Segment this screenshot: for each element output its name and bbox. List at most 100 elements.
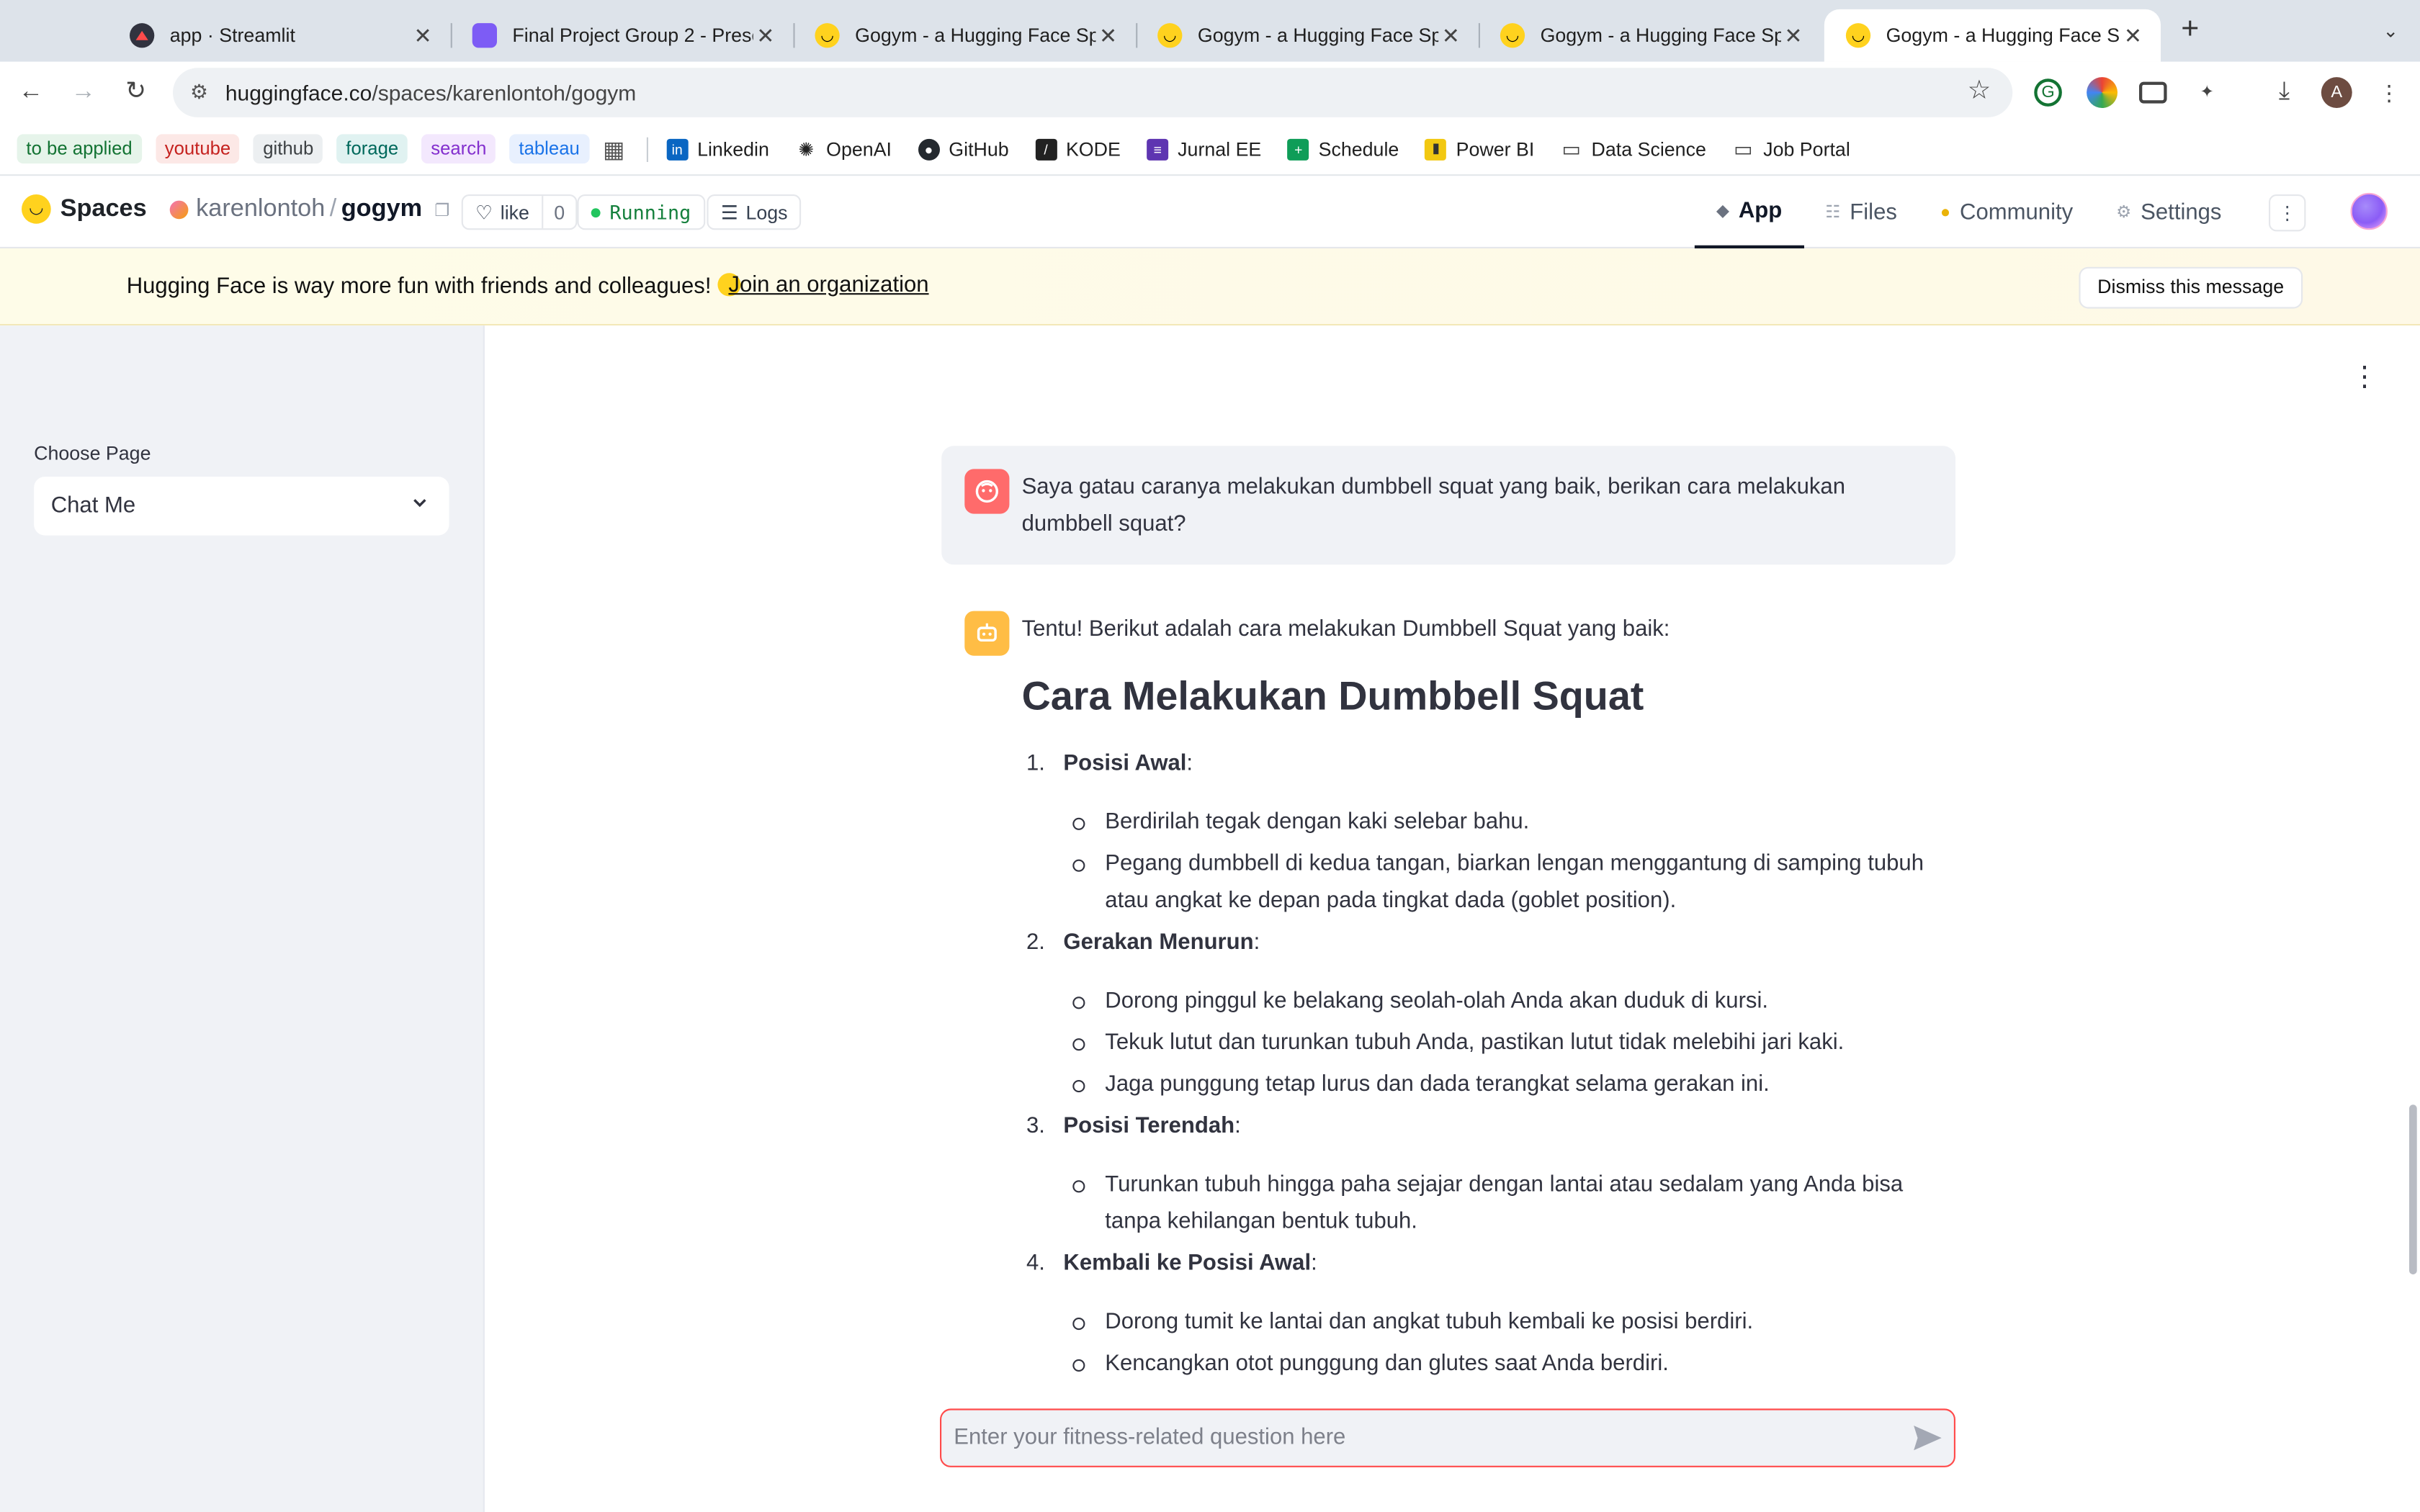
bookmark-linkedin[interactable]: in Linkedin bbox=[666, 138, 769, 160]
page-select-label: Choose Page bbox=[34, 443, 151, 464]
bookmark-chip[interactable]: forage bbox=[336, 134, 408, 164]
url-text: huggingface.co/spaces/karenlontoh/gogym bbox=[225, 80, 637, 105]
hugging-face-icon: ◡ bbox=[1157, 23, 1183, 48]
bookmark-chip[interactable]: youtube bbox=[155, 134, 241, 164]
back-icon[interactable]: ← bbox=[12, 74, 49, 111]
hugging-face-icon: ◡ bbox=[1845, 23, 1871, 48]
profile-avatar[interactable]: A bbox=[2321, 77, 2352, 108]
browser-tab[interactable]: ◡ Gogym - a Hugging Face Space ✕ bbox=[1479, 9, 1821, 62]
dismiss-button[interactable]: Dismiss this message bbox=[2079, 266, 2303, 309]
sub-item: Tekuk lutut dan turunkan tubuh Anda, pas… bbox=[1063, 1025, 1955, 1061]
bookmark-jurnal[interactable]: ≡ Jurnal EE bbox=[1147, 138, 1261, 160]
close-tab-icon[interactable]: ✕ bbox=[753, 22, 778, 48]
reload-icon[interactable]: ↻ bbox=[117, 74, 154, 111]
browser-tab[interactable]: ◡ Gogym - a Hugging Face Space ✕ bbox=[1136, 9, 1481, 62]
logs-button[interactable]: ☰ Logs bbox=[707, 194, 802, 230]
bookmark-chip[interactable]: github bbox=[254, 134, 323, 164]
browser-menu-icon[interactable]: ⋮ bbox=[2374, 77, 2405, 108]
bookmark-chip[interactable]: search bbox=[421, 134, 496, 164]
owner-link[interactable]: karenlontoh bbox=[196, 196, 325, 224]
scrollbar-thumb[interactable] bbox=[2409, 1104, 2417, 1274]
picture-in-picture-icon[interactable] bbox=[2139, 81, 2167, 104]
send-icon[interactable] bbox=[1911, 1423, 1945, 1454]
extensions-icon[interactable]: ✦ bbox=[2192, 77, 2223, 108]
bookmark-chip[interactable]: tableau bbox=[509, 134, 589, 164]
folder-icon: ▭ bbox=[1734, 136, 1753, 160]
sub-item: Kencangkan otot punggung dan glutes saat… bbox=[1063, 1346, 1955, 1382]
close-tab-icon[interactable]: ✕ bbox=[1438, 22, 1463, 48]
tab-community[interactable]: ● Community bbox=[1919, 176, 2094, 248]
sheets-icon: + bbox=[1287, 138, 1309, 160]
spaces-label: Spaces bbox=[60, 195, 147, 222]
new-tab-button[interactable]: + bbox=[2170, 12, 2210, 49]
bookmark-chip[interactable]: to be applied bbox=[17, 134, 142, 164]
grammarly-icon[interactable]: G bbox=[2034, 78, 2062, 107]
tab-search-icon[interactable]: ⌄ bbox=[2374, 15, 2408, 46]
bookmark-folder-job-portal[interactable]: ▭ Job Portal bbox=[1732, 136, 1850, 160]
site-info-icon[interactable]: ⚙ bbox=[182, 80, 216, 104]
page-select[interactable]: Chat Me bbox=[34, 477, 449, 536]
bookmark-powerbi[interactable]: ▮ Power BI bbox=[1425, 138, 1534, 160]
user-message-text: Saya gatau caranya melakukan dumbbell sq… bbox=[1021, 475, 1846, 537]
copy-icon[interactable]: ❐ bbox=[434, 200, 449, 220]
github-icon: ● bbox=[918, 138, 940, 160]
breadcrumb-separator: / bbox=[329, 196, 337, 222]
step-item: 2. Gerakan Menurun: Dorong pinggul ke bel… bbox=[1022, 924, 1955, 1104]
like-button[interactable]: ♡ like 0 bbox=[461, 194, 578, 230]
streamlit-app: Choose Page Chat Me ⋮ Saya gatau caranya… bbox=[0, 325, 2420, 1512]
browser-tab-active[interactable]: ◡ Gogym - a Hugging Face Space ✕ bbox=[1824, 9, 2161, 62]
owner-avatar bbox=[169, 200, 189, 220]
step-item: 4. Kembali ke Posisi Awal: Dorong tumit k… bbox=[1022, 1245, 1955, 1382]
tab-title: Gogym - a Hugging Face Space bbox=[1540, 24, 1781, 47]
close-tab-icon[interactable]: ✕ bbox=[1781, 22, 1806, 48]
bookmarks-divider bbox=[646, 136, 648, 161]
bookmark-folder-data-science[interactable]: ▭ Data Science bbox=[1561, 136, 1706, 160]
browser-tab[interactable]: app · Streamlit ✕ bbox=[108, 9, 452, 62]
bookmark-kode[interactable]: / KODE bbox=[1035, 138, 1121, 160]
step-item: 1. Posisi Awal: Berdirilah tegak dengan k… bbox=[1022, 745, 1955, 919]
user-avatar[interactable] bbox=[2350, 192, 2388, 230]
breadcrumb: karenlontoh / gogym ❐ bbox=[169, 196, 449, 224]
close-tab-icon[interactable]: ✕ bbox=[411, 22, 435, 48]
hugging-face-icon: ◡ bbox=[1500, 23, 1525, 48]
app-icon: ◆ bbox=[1716, 202, 1730, 221]
openai-icon: ✺ bbox=[798, 138, 815, 160]
join-organization-link[interactable]: Join an organization bbox=[728, 273, 928, 297]
spaces-logo[interactable]: ◡ Spaces bbox=[22, 194, 147, 224]
sub-item: Pegang dumbbell di kedua tangan, biarkan… bbox=[1063, 845, 1955, 919]
bookmark-openai[interactable]: ✺ OpenAI bbox=[795, 138, 892, 160]
sub-item: Turunkan tubuh hingga paha sejajar denga… bbox=[1063, 1166, 1955, 1241]
browser-tab[interactable]: ◡ Gogym - a Hugging Face Space ✕ bbox=[793, 9, 1138, 62]
browser-tab[interactable]: Final Project Group 2 - Presentation ✕ bbox=[451, 9, 795, 62]
close-tab-icon[interactable]: ✕ bbox=[1095, 22, 1120, 48]
app-main-menu-icon[interactable]: ⋮ bbox=[2349, 361, 2380, 392]
canva-icon bbox=[472, 23, 497, 48]
tab-files[interactable]: ☷ Files bbox=[1803, 176, 1919, 248]
streamlit-icon bbox=[130, 23, 155, 48]
space-nav-tabs: ◆ App ☷ Files ● Community ⚙ Settings bbox=[1694, 176, 2244, 248]
address-bar[interactable]: ⚙ huggingface.co/spaces/karenlontoh/gogy… bbox=[173, 68, 2013, 117]
assistant-avatar-icon bbox=[964, 611, 1010, 656]
download-icon[interactable]: ⤓ bbox=[2269, 77, 2300, 108]
banner-message: Hugging Face is way more fun with friend… bbox=[127, 273, 741, 300]
bookmark-github[interactable]: ● GitHub bbox=[918, 138, 1009, 160]
repo-name[interactable]: gogym bbox=[341, 196, 422, 224]
sub-item: Dorong pinggul ke belakang seolah-olah A… bbox=[1063, 983, 1955, 1020]
community-icon: ● bbox=[1940, 202, 1951, 222]
folder-icon: ▭ bbox=[1561, 136, 1581, 160]
color-picker-icon[interactable] bbox=[2087, 77, 2118, 108]
more-options-button[interactable]: ⋮ bbox=[2269, 194, 2306, 232]
chat-input[interactable] bbox=[954, 1410, 1880, 1466]
sub-item: Jaga punggung tetap lurus dan dada teran… bbox=[1063, 1066, 1955, 1103]
close-tab-icon[interactable]: ✕ bbox=[2120, 22, 2145, 48]
status-badge[interactable]: Running bbox=[577, 194, 705, 230]
tab-title: Final Project Group 2 - Presentation bbox=[512, 24, 753, 47]
tab-app[interactable]: ◆ App bbox=[1694, 176, 1804, 248]
bookmark-star-icon[interactable]: ☆ bbox=[1968, 76, 1991, 107]
chat-input-box[interactable] bbox=[940, 1408, 1955, 1467]
bookmark-schedule[interactable]: + Schedule bbox=[1287, 138, 1399, 160]
like-action[interactable]: ♡ like bbox=[463, 196, 544, 229]
apps-grid-icon[interactable]: ▦ bbox=[603, 135, 624, 163]
tab-settings[interactable]: ⚙ Settings bbox=[2094, 176, 2243, 248]
forward-icon[interactable]: → bbox=[65, 74, 102, 111]
